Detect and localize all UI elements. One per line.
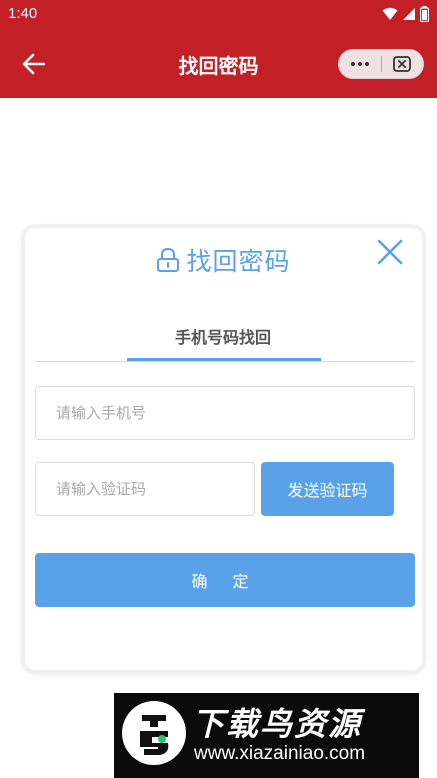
recover-password-card: 找回密码 手机号码找回 发送验证码 确 定: [25, 228, 422, 670]
capsule-close-icon: [393, 56, 412, 72]
tab-divider: [35, 361, 415, 362]
lock-icon: [157, 247, 180, 272]
tab-phone-recovery[interactable]: 手机号码找回: [125, 324, 321, 348]
more-icon-dot: [357, 62, 362, 66]
signal-icon: [403, 8, 415, 20]
phone-input[interactable]: [35, 386, 415, 440]
wifi-icon: [382, 7, 398, 20]
card-title-text: 找回密码: [186, 247, 291, 276]
more-icon: [350, 62, 355, 66]
status-bar: 1:40: [0, 0, 437, 30]
watermark-banner: 下载鸟资源 www.xiazainiao.com: [114, 693, 419, 778]
battery-icon: [420, 6, 429, 22]
watermark-logo-icon: [122, 701, 186, 765]
status-icons: [382, 6, 429, 22]
more-icon-dot: [364, 62, 369, 66]
confirm-button[interactable]: 确 定: [35, 553, 415, 607]
close-icon[interactable]: [374, 236, 406, 268]
card-title: 找回密码: [25, 242, 422, 278]
send-code-button[interactable]: 发送验证码: [261, 462, 394, 516]
capsule-close-button[interactable]: [381, 54, 423, 74]
verification-code-input[interactable]: [35, 462, 255, 516]
more-button[interactable]: [339, 62, 381, 66]
watermark-url: www.xiazainiao.com: [194, 743, 366, 764]
mini-program-capsule: [338, 49, 424, 79]
watermark-title: 下载鸟资源: [192, 705, 363, 743]
status-time: 1:40: [8, 5, 38, 22]
title-bar: 找回密码: [0, 30, 437, 98]
